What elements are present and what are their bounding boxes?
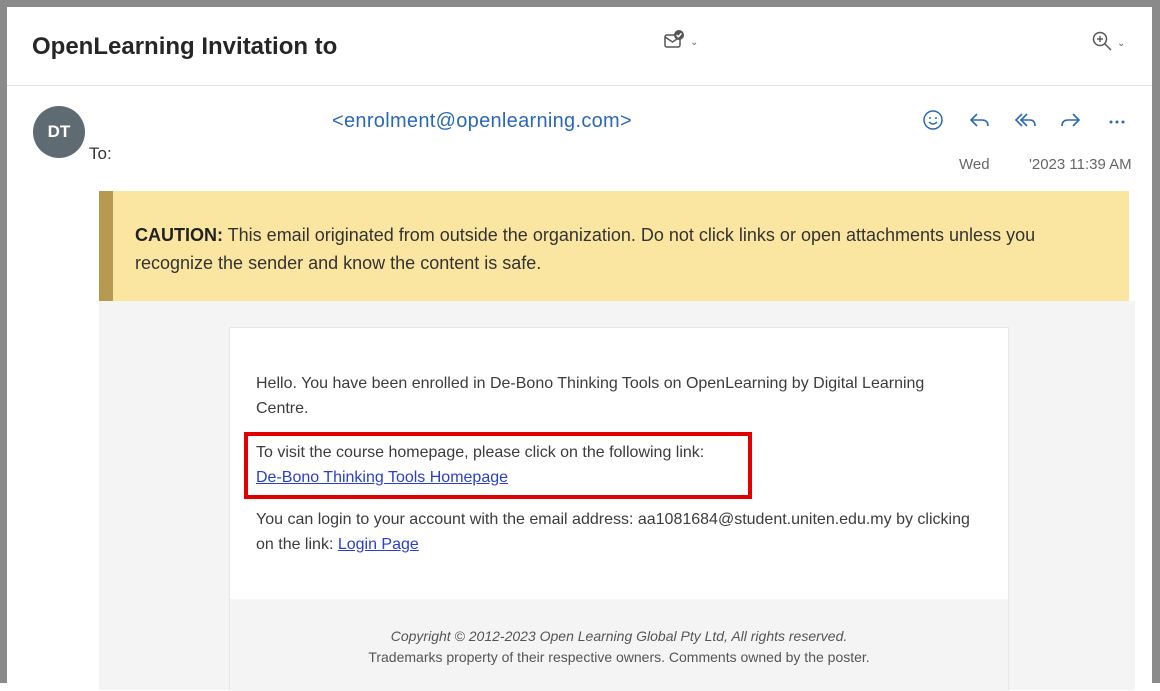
forward-icon [1060, 112, 1080, 127]
forward-button[interactable] [1057, 106, 1084, 133]
login-paragraph: You can login to your account with the e… [256, 507, 981, 557]
avatar[interactable]: DT [33, 106, 85, 158]
zoom-button[interactable]: ⌄ [1091, 28, 1139, 58]
reply-icon [969, 112, 989, 127]
caution-text: This email originated from outside the o… [135, 225, 1036, 273]
caution-banner: CAUTION: This email originated from outs… [99, 191, 1129, 301]
more-icon [1109, 120, 1124, 123]
login-page-link[interactable]: Login Page [338, 536, 419, 553]
mail-check-button[interactable]: ⌄ [663, 27, 711, 57]
sender-email[interactable]: <enrolment@openlearning.com> [332, 110, 632, 133]
date-time: '2023 11:39 AM [1029, 156, 1132, 173]
email-window: OpenLearning Invitation to ⌄ ⌄ DT <enrol… [0, 0, 1160, 691]
reply-all-button[interactable] [1011, 106, 1038, 133]
email-subject: OpenLearning Invitation to [32, 33, 338, 60]
to-label: To: [89, 144, 112, 163]
zoom-in-icon [1091, 30, 1113, 57]
enrolment-paragraph: Hello. You have been enrolled in De-Bono… [256, 375, 925, 417]
email-card: Hello. You have been enrolled in De-Bono… [229, 327, 1009, 691]
emoji-icon [922, 109, 943, 130]
subject-bar: OpenLearning Invitation to ⌄ ⌄ [7, 7, 1152, 86]
message-actions [919, 106, 1130, 133]
chevron-down-icon: ⌄ [690, 36, 699, 48]
email-footer: Copyright © 2012-2023 Open Learning Glob… [230, 599, 1008, 691]
emoji-button[interactable] [919, 106, 946, 133]
highlight-box [244, 432, 752, 499]
more-button[interactable] [1103, 106, 1130, 133]
trademark-text: Trademarks property of their respective … [368, 649, 870, 665]
caution-label: CAUTION: [135, 225, 223, 245]
reply-button[interactable] [965, 106, 992, 133]
date-day: Wed [959, 156, 990, 173]
reply-all-icon [1014, 112, 1036, 127]
mail-check-icon [663, 29, 685, 56]
copyright-text: Copyright © 2012-2023 Open Learning Glob… [390, 628, 848, 644]
chevron-down-icon: ⌄ [1117, 37, 1126, 49]
